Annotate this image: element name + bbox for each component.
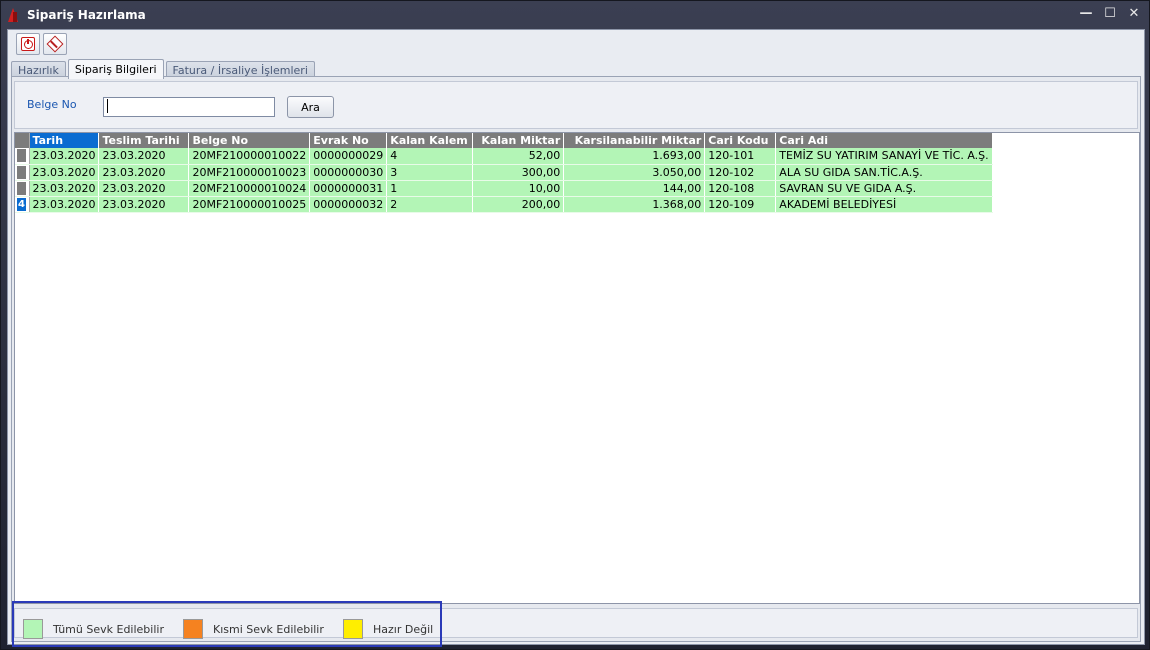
- orders-grid[interactable]: Tarih Teslim Tarihi Belge No Evrak No Ka…: [14, 132, 1140, 604]
- cell-teslim-tarihi: 23.03.2020: [98, 180, 190, 197]
- cell-cari-kodu: 120-101: [704, 148, 777, 165]
- column-header[interactable]: Cari Kodu: [704, 133, 777, 148]
- cell-tarih: 23.03.2020: [29, 148, 100, 165]
- cell-belge-no: 20MF210000010022: [188, 148, 311, 165]
- app-window: Sipariş Hazırlama — ☐ ✕ Hazırlık Sipariş…: [0, 0, 1150, 650]
- row-indicator[interactable]: [15, 164, 30, 181]
- cell-evrak-no: 0000000032: [309, 196, 388, 213]
- cell-tarih: 23.03.2020: [29, 180, 100, 197]
- cell-kalan-kalem: 3: [386, 164, 474, 181]
- column-header[interactable]: Teslim Tarihi: [98, 133, 190, 148]
- cell-karsilanabilir-miktar: 3.050,00: [563, 164, 706, 181]
- cell-evrak-no: 0000000031: [309, 180, 388, 197]
- toolbar: [16, 33, 67, 55]
- minimize-icon[interactable]: —: [1079, 6, 1093, 22]
- tab-strip: Hazırlık Sipariş Bilgileri Fatura / İrsa…: [11, 58, 317, 79]
- cell-tarih: 23.03.2020: [29, 164, 100, 181]
- legend-highlight-frame: [12, 601, 442, 647]
- cell-kalan-kalem: 2: [386, 196, 474, 213]
- cell-teslim-tarihi: 23.03.2020: [98, 164, 190, 181]
- clear-button[interactable]: [43, 33, 67, 55]
- cell-kalan-miktar: 200,00: [472, 196, 565, 213]
- table-row[interactable]: 23.03.2020 23.03.2020 20MF210000010024 0…: [15, 180, 993, 197]
- cell-cari-adi: SAVRAN SU VE GIDA A.Ş.: [775, 180, 993, 197]
- search-panel: Belge No Ara: [14, 81, 1138, 129]
- cell-karsilanabilir-miktar: 1.693,00: [563, 148, 706, 165]
- client-area: Hazırlık Sipariş Bilgileri Fatura / İrsa…: [7, 29, 1145, 647]
- cell-kalan-miktar: 52,00: [472, 148, 565, 165]
- cell-evrak-no: 0000000030: [309, 164, 388, 181]
- cell-belge-no: 20MF210000010024: [188, 180, 311, 197]
- tab-siparis-bilgileri[interactable]: Sipariş Bilgileri: [67, 59, 164, 79]
- row-indicator-header: [15, 133, 30, 148]
- column-header[interactable]: Belge No: [188, 133, 311, 148]
- table-row[interactable]: 23.03.2020 23.03.2020 20MF210000010023 0…: [15, 164, 993, 181]
- cell-kalan-kalem: 1: [386, 180, 474, 197]
- cell-kalan-miktar: 300,00: [472, 164, 565, 181]
- power-icon: [21, 37, 35, 51]
- column-header[interactable]: Evrak No: [309, 133, 388, 148]
- row-indicator[interactable]: [15, 148, 30, 165]
- cell-tarih: 23.03.2020: [29, 196, 100, 213]
- cell-teslim-tarihi: 23.03.2020: [98, 148, 190, 165]
- search-button[interactable]: Ara: [287, 96, 334, 118]
- column-header[interactable]: Karsilanabilir Miktar: [563, 133, 706, 148]
- close-icon[interactable]: ✕: [1127, 6, 1141, 22]
- eraser-icon: [46, 35, 64, 53]
- column-header[interactable]: Kalan Miktar: [472, 133, 565, 148]
- column-header[interactable]: Tarih: [29, 133, 100, 148]
- cell-cari-adi: TEMİZ SU YATIRIM SANAYİ VE TİC. A.Ş.: [775, 148, 993, 165]
- orders-table: Tarih Teslim Tarihi Belge No Evrak No Ka…: [15, 133, 993, 213]
- cell-karsilanabilir-miktar: 1.368,00: [563, 196, 706, 213]
- cell-kalan-miktar: 10,00: [472, 180, 565, 197]
- cell-teslim-tarihi: 23.03.2020: [98, 196, 190, 213]
- cell-kalan-kalem: 4: [386, 148, 474, 165]
- table-row[interactable]: 23.03.2020 23.03.2020 20MF210000010022 0…: [15, 148, 993, 165]
- cell-cari-kodu: 120-109: [704, 196, 777, 213]
- current-row-marker: 4: [17, 197, 26, 211]
- belge-no-label: Belge No: [27, 98, 77, 111]
- title-bar[interactable]: Sipariş Hazırlama — ☐ ✕: [1, 1, 1149, 29]
- cell-evrak-no: 0000000029: [309, 148, 388, 165]
- belge-no-input[interactable]: [103, 97, 275, 117]
- exit-button[interactable]: [16, 33, 40, 55]
- cell-cari-kodu: 120-102: [704, 164, 777, 181]
- column-header[interactable]: Kalan Kalem: [386, 133, 474, 148]
- window-title: Sipariş Hazırlama: [27, 8, 146, 22]
- grid-header-row: Tarih Teslim Tarihi Belge No Evrak No Ka…: [15, 133, 993, 148]
- column-header[interactable]: Cari Adi: [775, 133, 993, 148]
- app-logo-icon: [5, 7, 21, 23]
- maximize-icon[interactable]: ☐: [1103, 6, 1117, 22]
- cell-karsilanabilir-miktar: 144,00: [563, 180, 706, 197]
- cell-cari-adi: ALA SU GIDA SAN.TİC.A.Ş.: [775, 164, 993, 181]
- cell-cari-adi: AKADEMİ BELEDİYESİ: [775, 196, 993, 213]
- cell-belge-no: 20MF210000010025: [188, 196, 311, 213]
- table-row[interactable]: 4 23.03.2020 23.03.2020 20MF210000010025…: [15, 196, 993, 213]
- row-indicator[interactable]: 4: [15, 196, 30, 213]
- row-indicator[interactable]: [15, 180, 30, 197]
- tab-panel: Belge No Ara Tarih Teslim Tarihi Belge N…: [11, 76, 1141, 647]
- cell-cari-kodu: 120-108: [704, 180, 777, 197]
- cell-belge-no: 20MF210000010023: [188, 164, 311, 181]
